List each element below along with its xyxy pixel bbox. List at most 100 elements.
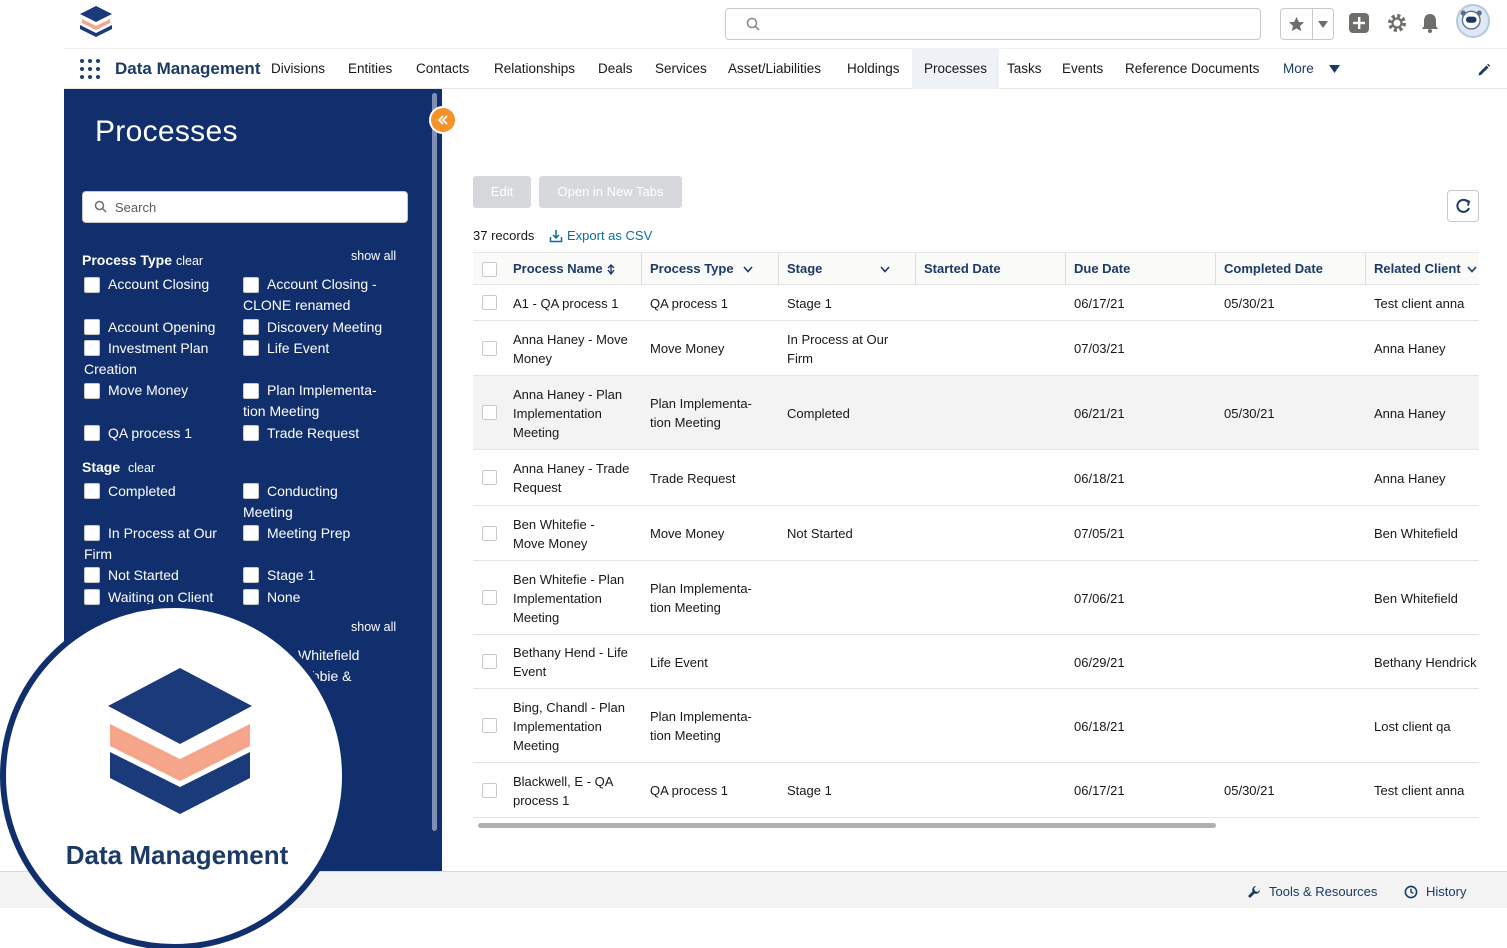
row-checkbox[interactable] [482, 718, 497, 733]
row-checkbox[interactable] [482, 295, 497, 310]
table-row[interactable]: Anna Haney - Move Money Move Money In Proce… [473, 321, 1479, 376]
gear-icon[interactable] [1386, 12, 1408, 34]
table-cell-name: Meeting [513, 425, 560, 440]
checkbox-meeting-prep[interactable] [243, 525, 259, 541]
nav-more-button[interactable]: More [1271, 49, 1326, 89]
stage-clear-link[interactable]: clear [128, 458, 155, 479]
checkbox-account-opening[interactable] [84, 319, 100, 335]
horizontal-scrollbar[interactable] [478, 823, 1216, 828]
nav-item-entities[interactable]: Entities [336, 49, 404, 89]
bell-icon[interactable] [1419, 12, 1441, 34]
edit-button[interactable]: Edit [473, 176, 531, 208]
global-search-input[interactable] [725, 8, 1261, 40]
checkbox-not-started[interactable] [84, 567, 100, 583]
row-checkbox[interactable] [482, 470, 497, 485]
checkbox-stage-1[interactable] [243, 567, 259, 583]
sidebar-search-input[interactable] [82, 191, 408, 223]
checkbox-account-closing-clone[interactable] [243, 277, 259, 293]
table-cell-name: Bethany Hend - Life [513, 645, 628, 660]
avatar[interactable] [1456, 4, 1490, 38]
table-cell-due: 06/21/21 [1074, 406, 1125, 421]
table-cell-due: 06/18/21 [1074, 471, 1125, 486]
nav-item-asset-liabilities[interactable]: Asset/Liabilities [716, 49, 833, 89]
history-button[interactable]: History [1426, 884, 1466, 899]
row-checkbox[interactable] [482, 526, 497, 541]
table-cell-due: 07/05/21 [1074, 526, 1125, 541]
checkbox-label: In Process at Our [108, 525, 217, 541]
table-row[interactable]: A1 - QA process 1 QA process 1 Stage 1 06/1… [473, 285, 1479, 321]
checkbox-investment-plan[interactable] [84, 340, 100, 356]
process-type-show-all-link[interactable]: show all [351, 246, 396, 267]
table-row[interactable]: Bethany Hend - Life Event Life Event 06/29/… [473, 635, 1479, 689]
row-checkbox[interactable] [482, 405, 497, 420]
row-checkbox[interactable] [482, 654, 497, 669]
collapse-sidebar-button[interactable] [429, 106, 457, 134]
app-logo-icon[interactable] [78, 4, 114, 38]
nav-item-processes[interactable]: Processes [912, 49, 1000, 89]
row-checkbox[interactable] [482, 341, 497, 356]
table-row[interactable]: Anna Haney - Plan Implementation Meeting Pl… [473, 376, 1479, 450]
table-cell-type: Plan Implementa- [650, 709, 752, 724]
chevron-down-icon[interactable] [743, 266, 753, 273]
row-checkbox[interactable] [482, 783, 497, 798]
checkbox-none[interactable] [243, 589, 259, 605]
add-icon[interactable] [1348, 12, 1370, 34]
column-header-completed-date[interactable]: Completed Date [1216, 253, 1364, 285]
star-icon[interactable] [1287, 15, 1306, 34]
checkbox-conducting-meeting[interactable] [243, 483, 259, 499]
sidebar-scrollbar[interactable] [432, 93, 437, 831]
table-cell-type: QA process 1 [650, 296, 729, 311]
column-header-related-client[interactable]: Related Client [1366, 253, 1466, 285]
nav-item-relationships[interactable]: Relationships [482, 49, 587, 89]
checkbox-account-closing[interactable] [84, 277, 100, 293]
checkbox-in-process[interactable] [84, 525, 100, 541]
chevron-down-icon[interactable] [1329, 65, 1340, 73]
table-row[interactable]: Bing, Chandl - Plan Implementation Meeting… [473, 689, 1479, 763]
column-header-process-type[interactable]: Process Type [642, 253, 777, 285]
select-all-checkbox[interactable] [482, 262, 497, 277]
row-checkbox[interactable] [482, 590, 497, 605]
export-csv-link[interactable]: Export as CSV [567, 228, 652, 243]
table-cell-type: tion Meeting [650, 415, 721, 430]
sort-icon[interactable] [605, 264, 617, 276]
nav-item-reference-documents[interactable]: Reference Documents [1113, 49, 1271, 89]
nav-item-holdings[interactable]: Holdings [835, 49, 912, 89]
checkbox-trade-request[interactable] [243, 425, 259, 441]
column-header-due-date[interactable]: Due Date [1066, 253, 1214, 285]
nav-item-events[interactable]: Events [1050, 49, 1115, 89]
chevron-down-icon[interactable] [880, 266, 890, 273]
nav-item-divisions[interactable]: Divisions [259, 49, 337, 89]
column-header-started-date[interactable]: Started Date [916, 253, 1064, 285]
nav-item-deals[interactable]: Deals [586, 49, 645, 89]
checkbox-life-event[interactable] [243, 340, 259, 356]
table-row[interactable]: Ben Whitefie - Plan Implementation Meeting… [473, 561, 1479, 635]
table-row[interactable]: Ben Whitefie - Move Money Move Money Not St… [473, 506, 1479, 561]
table-row[interactable]: Anna Haney - Trade Request Trade Request 06… [473, 450, 1479, 506]
table-cell-client: Test client anna [1374, 783, 1465, 798]
nav-item-services[interactable]: Services [643, 49, 719, 89]
refresh-button[interactable] [1447, 190, 1479, 222]
chevron-down-icon[interactable] [1318, 21, 1328, 28]
checkbox-move-money[interactable] [84, 383, 100, 399]
table-cell-due: 06/17/21 [1074, 296, 1125, 311]
checkbox-qa-process[interactable] [84, 425, 100, 441]
open-in-new-tabs-button[interactable]: Open in New Tabs [539, 176, 682, 208]
pencil-icon[interactable] [1477, 63, 1491, 77]
download-icon[interactable] [549, 229, 563, 243]
table-cell-stage: Completed [787, 406, 850, 421]
checkbox-discovery-meeting[interactable] [243, 319, 259, 335]
checkbox-waiting-on-client[interactable] [84, 589, 100, 605]
process-type-clear-link[interactable]: clear [176, 251, 203, 272]
nav-item-tasks[interactable]: Tasks [995, 49, 1054, 89]
page-title: Processes [95, 115, 238, 148]
table-row[interactable]: Blackwell, E - QA process 1 QA process 1 St… [473, 763, 1479, 818]
checkbox-completed[interactable] [84, 483, 100, 499]
nav-item-contacts[interactable]: Contacts [404, 49, 481, 89]
chevron-down-icon[interactable] [1467, 266, 1477, 273]
column-header-process-name[interactable]: Process Name [505, 253, 640, 285]
column-header-stage[interactable]: Stage [779, 253, 914, 285]
app-launcher-icon[interactable] [80, 59, 100, 79]
tools-resources-button[interactable]: Tools & Resources [1269, 884, 1377, 899]
related-client-show-all-link[interactable]: show all [351, 617, 396, 638]
checkbox-plan-implementation[interactable] [243, 383, 259, 399]
